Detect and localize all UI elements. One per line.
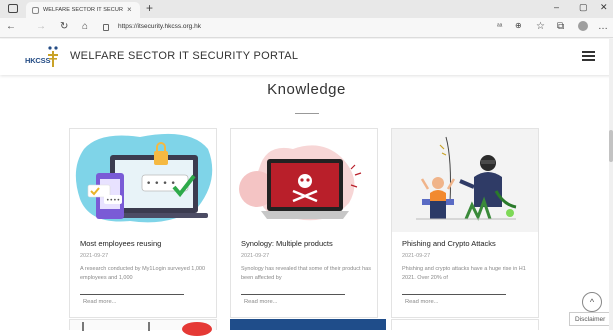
card-title[interactable]: Synology: Multiple products	[241, 239, 333, 248]
read-aloud-icon[interactable]: ᵃᵃ	[497, 23, 502, 30]
card-date: 2021-09-27	[241, 253, 270, 259]
card-date: 2021-09-27	[80, 253, 109, 259]
address-bar[interactable]: https://itsecurity.hkcss.org.hk	[100, 21, 505, 35]
site-header: HKCSS WELFARE SECTOR IT SECURITY PORTAL	[0, 39, 613, 75]
collections-icon[interactable]: ⧉	[557, 21, 564, 32]
favicon-icon	[32, 7, 39, 14]
read-more-link[interactable]: Read more...	[244, 299, 278, 305]
card-description: Phishing and crypto attacks have a huge …	[402, 266, 526, 281]
knowledge-card[interactable]: Synology: Multiple products 2021-09-27 S…	[230, 128, 378, 318]
page-scrollbar[interactable]	[609, 39, 613, 330]
portal-title: WELFARE SECTOR IT SECURITY PORTAL	[70, 50, 299, 62]
extension-icon[interactable]: ⊕	[515, 21, 522, 30]
card-title[interactable]: Phishing and Crypto Attacks	[402, 239, 496, 248]
url-text: https://itsecurity.hkcss.org.hk	[118, 23, 201, 30]
card-image	[392, 129, 538, 232]
navigation-bar: ← → ↻ ⌂ https://itsecurity.hkcss.org.hk …	[0, 18, 613, 38]
more-menu-icon[interactable]: …	[598, 21, 608, 32]
new-tab-button[interactable]: +	[146, 1, 153, 15]
refresh-icon[interactable]: ↻	[60, 21, 68, 32]
browser-window: WELFARE SECTOR IT SECURITY P × + ‒ ▢ ✕ ←…	[0, 0, 613, 336]
tab-actions-icon[interactable]	[8, 4, 18, 13]
disclaimer-button[interactable]: Disclaimer	[569, 312, 613, 326]
scrollbar-thumb[interactable]	[609, 130, 613, 162]
svg-text:••••: ••••	[106, 197, 120, 204]
section-title: Knowledge	[267, 81, 346, 98]
card-image	[231, 129, 377, 232]
profile-avatar[interactable]	[578, 21, 588, 31]
web-page: HKCSS WELFARE SECTOR IT SECURITY PORTAL …	[0, 39, 613, 336]
card-title[interactable]: Most employees reusing	[80, 239, 161, 248]
logo-figure-icon	[48, 46, 58, 67]
knowledge-card[interactable]: • • • • •••• Most employees reusing 2021…	[69, 128, 217, 318]
card-divider	[402, 294, 506, 295]
maximize-button[interactable]: ▢	[579, 2, 588, 13]
lock-icon[interactable]	[103, 24, 109, 31]
read-more-link[interactable]: Read more...	[83, 299, 117, 305]
knowledge-card[interactable]: Phishing and Crypto Attacks 2021-09-27 P…	[391, 128, 539, 318]
title-divider	[295, 113, 319, 114]
tab-strip: WELFARE SECTOR IT SECURITY P × + ‒ ▢ ✕	[0, 0, 613, 18]
minimize-button[interactable]: ‒	[554, 2, 559, 12]
card-divider	[80, 294, 184, 295]
home-icon[interactable]: ⌂	[82, 21, 88, 32]
favorites-icon[interactable]: ☆	[536, 21, 545, 32]
card-description: Synology has revealed that some of their…	[241, 266, 371, 281]
read-more-link[interactable]: Read more...	[405, 299, 439, 305]
next-card-peek[interactable]	[230, 319, 386, 330]
forward-icon[interactable]: →	[36, 21, 46, 32]
card-description: A research conducted by My1Login surveye…	[80, 266, 206, 281]
next-card-peek[interactable]	[391, 319, 539, 330]
hkcss-logo[interactable]: HKCSS	[25, 45, 65, 69]
tab-title: WELFARE SECTOR IT SECURITY P	[43, 7, 123, 13]
hamburger-menu-icon[interactable]	[582, 51, 595, 61]
svg-text:• • • •: • • • •	[146, 179, 176, 189]
card-image: • • • • ••••	[70, 129, 216, 232]
tab-close-icon[interactable]: ×	[127, 5, 132, 14]
card-date: 2021-09-27	[402, 253, 431, 259]
browser-tab[interactable]: WELFARE SECTOR IT SECURITY P ×	[26, 2, 140, 18]
close-window-button[interactable]: ✕	[600, 2, 608, 13]
next-card-peek[interactable]	[69, 319, 217, 336]
scroll-top-button[interactable]: ^	[582, 292, 602, 312]
card-divider	[241, 294, 345, 295]
back-icon[interactable]: ←	[6, 21, 16, 32]
